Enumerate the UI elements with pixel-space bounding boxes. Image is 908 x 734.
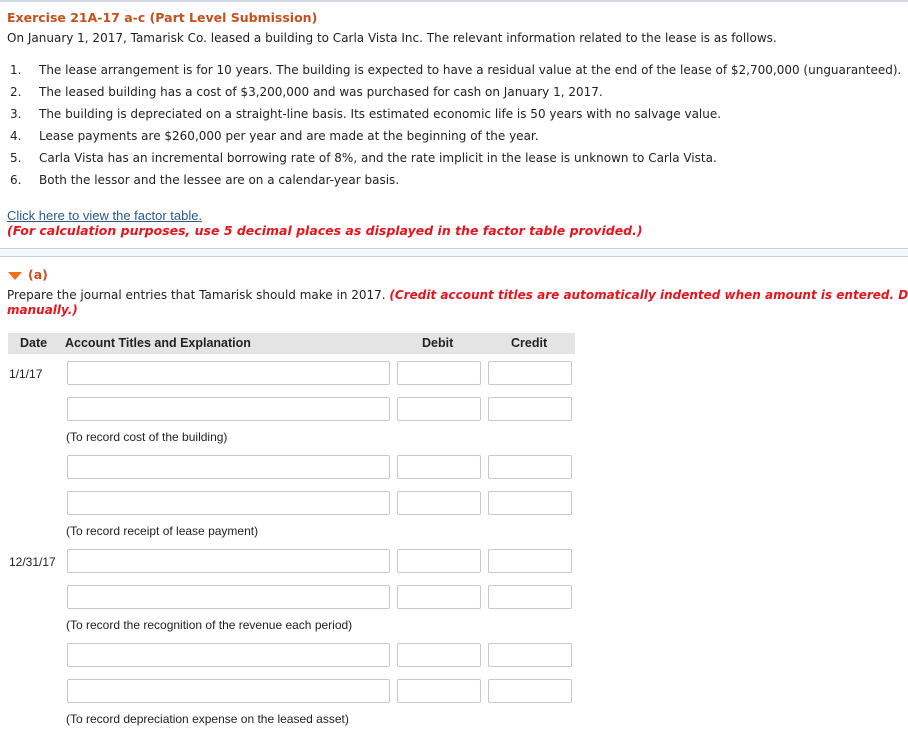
account-title-input[interactable] [67, 455, 390, 479]
calculation-note: (For calculation purposes, use 5 decimal… [7, 223, 643, 238]
fact-number: 5. [10, 151, 22, 165]
part-a-label: (a) [28, 267, 48, 282]
fact-text: Lease payments are $260,000 per year and… [39, 129, 539, 143]
credit-input[interactable] [488, 585, 572, 609]
factor-table-link[interactable]: Click here to view the factor table. [7, 208, 202, 223]
fact-number: 2. [10, 85, 22, 99]
credit-input[interactable] [488, 549, 572, 573]
account-title-input[interactable] [67, 491, 390, 515]
account-title-input[interactable] [67, 585, 390, 609]
entry-date: 1/1/17 [9, 367, 43, 381]
account-title-input[interactable] [67, 361, 390, 385]
top-divider [0, 0, 908, 2]
section-separator [0, 248, 908, 257]
credit-input[interactable] [488, 491, 572, 515]
exercise-intro: On January 1, 2017, Tamarisk Co. leased … [7, 31, 777, 45]
journal-table-header: Date Account Titles and Explanation Debi… [8, 333, 575, 354]
part-a-toggle[interactable]: (a) [8, 267, 48, 282]
entry-explanation: (To record the recognition of the revenu… [66, 618, 353, 632]
entry-date: 12/31/17 [9, 555, 56, 569]
entry-explanation: (To record cost of the building) [66, 430, 228, 444]
fact-text: Both the lessor and the lessee are on a … [39, 173, 400, 187]
debit-input[interactable] [397, 491, 481, 515]
credit-input[interactable] [488, 361, 572, 385]
debit-input[interactable] [397, 585, 481, 609]
header-date: Date [20, 336, 48, 350]
fact-number: 1. [10, 63, 22, 77]
fact-number: 6. [10, 173, 22, 187]
credit-input[interactable] [488, 455, 572, 479]
debit-input[interactable] [397, 397, 481, 421]
account-title-input[interactable] [67, 643, 390, 667]
header-credit: Credit [511, 336, 548, 350]
fact-text: The lease arrangement is for 10 years. T… [39, 63, 902, 77]
credit-input[interactable] [488, 643, 572, 667]
debit-input[interactable] [397, 679, 481, 703]
account-title-input[interactable] [67, 679, 390, 703]
prompt-text: Prepare the journal entries that Tamaris… [7, 288, 386, 302]
debit-input[interactable] [397, 643, 481, 667]
credit-input[interactable] [488, 679, 572, 703]
account-title-input[interactable] [67, 397, 390, 421]
fact-text: The leased building has a cost of $3,200… [39, 85, 603, 99]
fact-number: 4. [10, 129, 22, 143]
header-account: Account Titles and Explanation [65, 336, 251, 350]
credit-input[interactable] [488, 397, 572, 421]
debit-input[interactable] [397, 549, 481, 573]
entry-explanation: (To record receipt of lease payment) [66, 524, 259, 538]
entry-explanation: (To record depreciation expense on the l… [66, 712, 349, 726]
fact-number: 3. [10, 107, 22, 121]
debit-input[interactable] [397, 455, 481, 479]
part-a-prompt: Prepare the journal entries that Tamaris… [7, 288, 908, 318]
exercise-title: Exercise 21A-17 a-c (Part Level Submissi… [7, 10, 318, 25]
collapse-triangle-icon [8, 271, 22, 280]
debit-input[interactable] [397, 361, 481, 385]
fact-text: The building is depreciated on a straigh… [39, 107, 722, 121]
header-debit: Debit [422, 336, 454, 350]
fact-text: Carla Vista has an incremental borrowing… [39, 151, 717, 165]
account-title-input[interactable] [67, 549, 390, 573]
